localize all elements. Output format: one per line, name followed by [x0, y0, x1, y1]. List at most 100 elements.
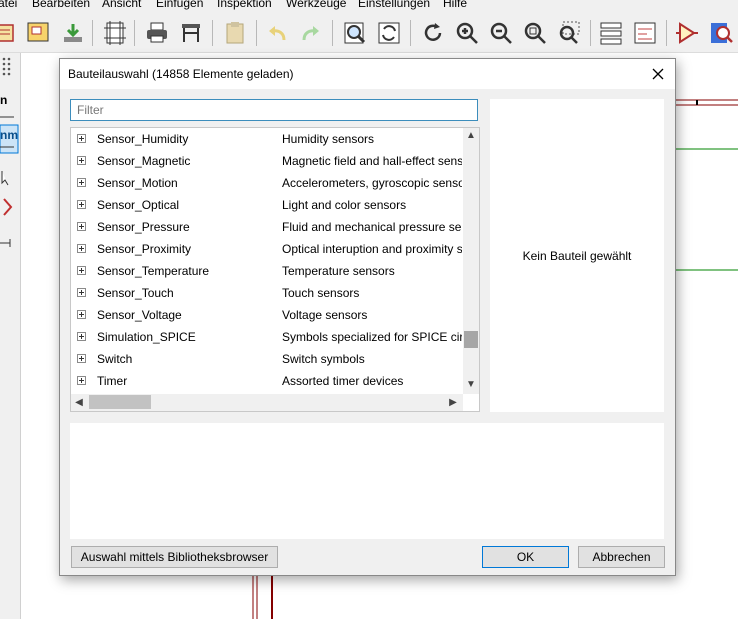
library-browser-button[interactable]: Auswahl mittels Bibliotheksbrowser [71, 546, 278, 568]
library-description: Humidity sensors [282, 132, 375, 146]
menubar: atei Bearbeiten Ansicht Einfügen Inspekt… [0, 0, 738, 12]
tree-row[interactable]: Sensor_Humidity Humidity sensors [71, 128, 463, 150]
library-name: Timer [97, 374, 128, 388]
expand-icon[interactable] [77, 376, 86, 385]
vertical-scrollbar[interactable]: ▲ ▼ [463, 128, 479, 394]
zoom-in-icon[interactable] [454, 20, 480, 46]
toolbar-separator [332, 20, 333, 46]
sheet-icon[interactable] [26, 20, 52, 46]
close-icon[interactable] [649, 65, 667, 83]
toolbar-separator [410, 20, 411, 46]
find-replace-icon[interactable] [376, 20, 402, 46]
tree-row[interactable]: Sensor_Temperature Temperature sensors [71, 260, 463, 282]
close-button[interactable] [649, 65, 667, 83]
tree-row[interactable]: Sensor_Touch Touch sensors [71, 282, 463, 304]
menu-tools[interactable]: Werkzeuge [286, 0, 346, 10]
library-name: Sensor_Proximity [97, 242, 192, 256]
library-description: Touch sensors [282, 286, 360, 300]
hierarchy-icon[interactable] [598, 20, 624, 46]
expand-icon[interactable] [77, 156, 86, 165]
expand-icon[interactable] [77, 134, 86, 143]
library-description: Optical interuption and proximity sensor… [282, 242, 462, 256]
tree-row[interactable]: Sensor_Magnetic Magnetic field and hall-e… [71, 150, 463, 172]
expand-icon[interactable] [77, 332, 86, 341]
undo-icon[interactable] [264, 20, 290, 46]
zoom-fit-icon[interactable] [522, 20, 548, 46]
zoom-out-icon[interactable] [488, 20, 514, 46]
expand-icon[interactable] [77, 244, 86, 253]
library-description: Light and color sensors [282, 198, 407, 212]
paste-icon[interactable] [222, 20, 248, 46]
library-description: Switch symbols [282, 352, 365, 366]
library-name: Switch [97, 352, 133, 366]
menu-view[interactable]: Ansicht [102, 0, 141, 10]
main-toolbar [0, 12, 738, 53]
tree-row[interactable]: Sensor_Proximity Optical interuption and … [71, 238, 463, 260]
toolbar-separator [590, 20, 591, 46]
library-description: Magnetic field and hall-effect sensors [282, 154, 462, 168]
horizontal-scroll-thumb[interactable] [89, 395, 151, 409]
tree-row[interactable]: Sensor_Motion Accelerometers, gyroscopic … [71, 172, 463, 194]
netlist-icon[interactable] [632, 20, 658, 46]
menu-help[interactable]: Hilfe [443, 0, 467, 10]
library-name: Sensor_Voltage [97, 308, 182, 322]
symbol-preview-panel: Kein Bauteil gewählt [490, 99, 664, 412]
library-name: Sensor_Pressure [97, 220, 190, 234]
tree-row[interactable]: Sensor_Pressure Fluid and mechanical pres… [71, 216, 463, 238]
scroll-right-icon[interactable]: ▶ [445, 394, 461, 411]
expand-icon[interactable] [77, 310, 86, 319]
library-name: Sensor_Temperature [97, 264, 210, 278]
tree-row[interactable]: Simulation_SPICE Symbols specialized for … [71, 326, 463, 348]
library-name: Sensor_Optical [97, 198, 180, 212]
print-icon[interactable] [144, 20, 170, 46]
tree-row[interactable]: Sensor_Optical Light and color sensors [71, 194, 463, 216]
library-tree[interactable]: Sensor_Humidity Humidity sensors Sensor_M… [70, 127, 480, 412]
expand-icon[interactable] [77, 288, 86, 297]
library-name: Sensor_Magnetic [97, 154, 191, 168]
menu-preferences[interactable]: Einstellungen [358, 0, 430, 10]
library-description: Voltage sensors [282, 308, 368, 322]
toolbar-separator [256, 20, 257, 46]
scroll-left-icon[interactable]: ◀ [71, 394, 87, 411]
plot-icon[interactable] [178, 20, 204, 46]
no-symbol-selected-text: Kein Bauteil gewählt [522, 249, 632, 263]
symbol-editor-icon[interactable] [674, 20, 700, 46]
ok-button[interactable]: OK [482, 546, 569, 568]
toolbar-separator [212, 20, 213, 46]
expand-icon[interactable] [77, 178, 86, 187]
cancel-button[interactable]: Abbrechen [578, 546, 665, 568]
expand-icon[interactable] [77, 200, 86, 209]
library-description: Assorted timer devices [282, 374, 404, 388]
dialog-title: Bauteilauswahl (14858 Elemente geladen) [68, 67, 294, 81]
library-description: Fluid and mechanical pressure sensors [282, 220, 462, 234]
menu-edit[interactable]: Bearbeiten [32, 0, 90, 10]
symbol-chooser-dialog: Bauteilauswahl (14858 Elemente geladen) … [59, 58, 676, 576]
menu-inspect[interactable]: Inspektion [217, 0, 272, 10]
zoom-selection-icon[interactable] [556, 20, 582, 46]
page-settings-icon[interactable] [102, 20, 128, 46]
toolbar-separator [92, 20, 93, 46]
expand-icon[interactable] [77, 266, 86, 275]
tree-row[interactable]: Switch Switch symbols [71, 348, 463, 370]
library-name: Sensor_Motion [97, 176, 178, 190]
dialog-titlebar[interactable]: Bauteilauswahl (14858 Elemente geladen) [60, 59, 675, 89]
schematic-setup-icon[interactable] [0, 20, 18, 46]
redo-icon[interactable] [298, 20, 324, 46]
horizontal-scrollbar[interactable]: ◀ ▶ [71, 394, 463, 411]
scroll-down-icon[interactable]: ▼ [463, 377, 479, 393]
tree-row[interactable]: Timer Assorted timer devices [71, 370, 463, 392]
filter-input[interactable] [70, 99, 478, 121]
save-icon[interactable] [60, 20, 86, 46]
scroll-up-icon[interactable]: ▲ [463, 128, 479, 144]
vertical-scroll-thumb[interactable] [464, 331, 478, 348]
expand-icon[interactable] [77, 222, 86, 231]
symbol-browser-icon[interactable] [708, 20, 734, 46]
refresh-icon[interactable] [420, 20, 446, 46]
library-name: Sensor_Touch [97, 286, 174, 300]
library-description: Accelerometers, gyroscopic sensors [282, 176, 462, 190]
expand-icon[interactable] [77, 354, 86, 363]
menu-insert[interactable]: Einfügen [156, 0, 203, 10]
tree-row[interactable]: Sensor_Voltage Voltage sensors [71, 304, 463, 326]
find-icon[interactable] [342, 20, 368, 46]
menu-file[interactable]: atei [0, 0, 17, 10]
